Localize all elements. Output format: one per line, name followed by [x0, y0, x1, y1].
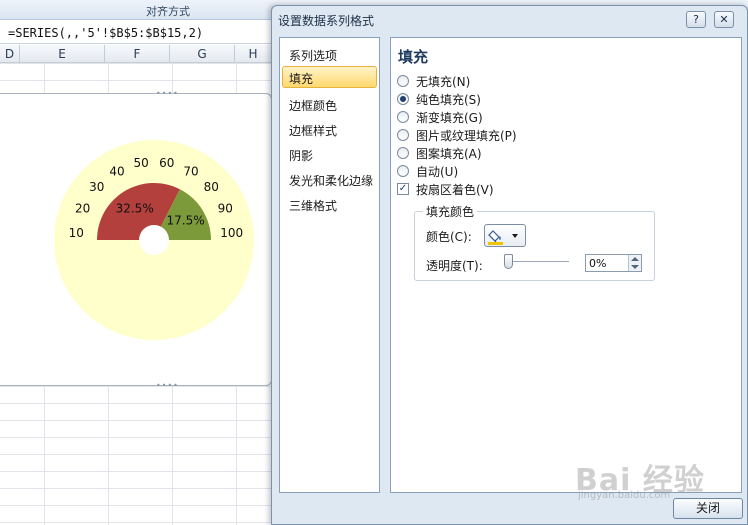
ribbon-group-alignment[interactable]: 对齐方式: [146, 3, 190, 19]
close-button[interactable]: 关闭: [673, 498, 743, 519]
radio-no-fill[interactable]: [397, 75, 409, 87]
radio-gradient-fill[interactable]: [397, 111, 409, 123]
option-label: 纯色填充(S): [416, 92, 481, 107]
transparency-slider-thumb[interactable]: [504, 254, 513, 269]
nav-item-border-style[interactable]: 边框样式: [282, 118, 377, 140]
option-picture-texture-fill[interactable]: 图片或纹理填充(P): [397, 127, 517, 143]
radio-solid-fill[interactable]: [397, 93, 409, 105]
option-gradient-fill[interactable]: 渐变填充(G): [397, 109, 483, 125]
checkbox-label: 按扇区着色(V): [416, 182, 494, 197]
transparency-label: 透明度(T):: [426, 259, 483, 273]
option-no-fill[interactable]: 无填充(N): [397, 73, 470, 89]
transparency-spinner[interactable]: [628, 255, 641, 271]
paint-bucket-icon: [488, 230, 518, 245]
column-header-g[interactable]: G: [170, 45, 235, 63]
segment-data-label: 17.5%: [166, 214, 204, 228]
dialog-title: 设置数据系列格式: [278, 14, 375, 28]
column-headers: D E F G H: [0, 45, 272, 63]
radio-picture-texture-fill[interactable]: [397, 129, 409, 141]
gauge-scale-label: 80: [204, 180, 219, 194]
option-label: 无填充(N): [416, 74, 471, 89]
column-header-e[interactable]: E: [20, 45, 105, 63]
column-header-f[interactable]: F: [105, 45, 170, 63]
spin-down-icon[interactable]: [631, 265, 639, 269]
chart-area[interactable]: •••• •••• 32.5% 17.5% 10 20 30 40 50 60 70 80 90 1…: [0, 90, 272, 390]
radio-pattern-fill[interactable]: [397, 147, 409, 159]
gauge-scale-label: 90: [218, 201, 233, 215]
option-label: 图案填充(A): [416, 146, 482, 161]
option-solid-fill[interactable]: 纯色填充(S): [397, 91, 481, 107]
doughnut-chart[interactable]: 32.5% 17.5% 10 20 30 40 50 60 70 80 90 100: [0, 94, 272, 387]
fill-color-group: 填充颜色 颜色(C): 透明度(T): 0%: [414, 203, 655, 281]
gauge-scale-label: 20: [75, 201, 90, 215]
spin-up-icon[interactable]: [631, 257, 639, 261]
option-pattern-fill[interactable]: 图案填充(A): [397, 145, 482, 161]
nav-item-series-options[interactable]: 系列选项: [282, 43, 377, 65]
option-label: 渐变填充(G): [416, 110, 483, 125]
nav-item-fill[interactable]: 填充: [282, 66, 377, 88]
column-header-d[interactable]: D: [0, 45, 20, 63]
transparency-input[interactable]: 0%: [585, 254, 642, 272]
fill-color-group-title: 填充颜色: [423, 203, 478, 220]
color-label: 颜色(C):: [426, 230, 472, 244]
nav-item-shadow[interactable]: 阴影: [282, 143, 377, 165]
transparency-value: 0%: [589, 257, 607, 270]
segment-data-label: 32.5%: [116, 201, 154, 215]
vary-colors-option[interactable]: ✓ 按扇区着色(V): [397, 181, 494, 197]
gauge-scale-label: 30: [89, 180, 104, 194]
color-picker-button[interactable]: [484, 224, 526, 247]
gauge-scale-label: 100: [220, 226, 243, 240]
watermark-url: jingyan.baidu.com: [578, 490, 671, 501]
format-data-series-dialog: 设置数据系列格式 ? ✕ 系列选项 填充 边框颜色 边框样式 阴影 发光和柔化边…: [271, 5, 748, 525]
section-title: 填充: [398, 48, 429, 66]
nav-item-glow-soft-edges[interactable]: 发光和柔化边缘: [282, 168, 377, 190]
radio-automatic[interactable]: [397, 165, 409, 177]
nav-item-border-color[interactable]: 边框颜色: [282, 93, 377, 115]
option-label: 图片或纹理填充(P): [416, 128, 517, 143]
fill-settings-panel: 填充 无填充(N) 纯色填充(S) 渐变填充(G) 图片或纹理填充(P) 图案填…: [390, 37, 742, 493]
vary-colors-checkbox[interactable]: ✓: [397, 183, 409, 195]
help-button[interactable]: ?: [686, 11, 706, 28]
column-header-h[interactable]: H: [235, 45, 272, 63]
option-label: 自动(U): [416, 164, 459, 179]
gauge-scale-label: 10: [69, 226, 84, 240]
close-icon[interactable]: ✕: [714, 11, 734, 28]
gauge-scale-label: 60: [159, 156, 174, 170]
formula-bar[interactable]: =SERIES(,,'5'!$B$5:$B$15,2): [0, 22, 272, 44]
option-automatic[interactable]: 自动(U): [397, 163, 458, 179]
transparency-slider-track[interactable]: [507, 261, 569, 263]
chevron-down-icon: [512, 234, 518, 238]
gauge-scale-label: 70: [183, 164, 198, 178]
category-nav: 系列选项 填充 边框颜色 边框样式 阴影 发光和柔化边缘 三维格式: [279, 37, 380, 493]
chart-center-hole: [139, 225, 169, 255]
gauge-scale-label: 40: [109, 164, 124, 178]
nav-item-3d-format[interactable]: 三维格式: [282, 193, 377, 215]
gauge-scale-label: 50: [134, 156, 149, 170]
